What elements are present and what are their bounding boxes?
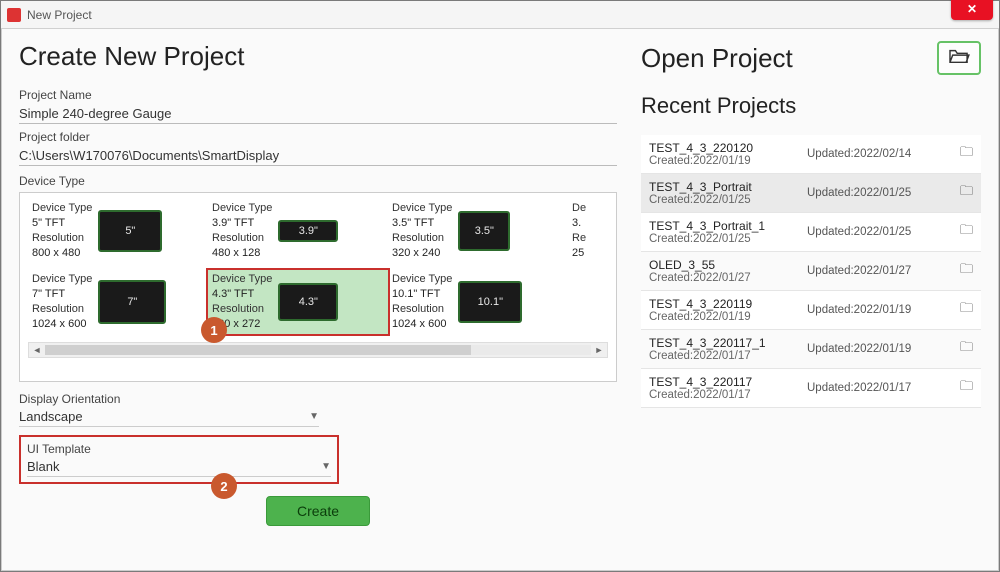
device-thumb: 5" — [98, 210, 162, 252]
recent-name: TEST_4_3_220119 — [649, 297, 807, 311]
chevron-down-icon: ▼ — [309, 411, 319, 422]
recent-project-item[interactable]: TEST_4_3_Portrait_1Created:2022/01/25Upd… — [641, 213, 981, 252]
ui-template-label: UI Template — [27, 442, 331, 456]
recent-created: Created:2022/01/19 — [649, 155, 807, 167]
ui-template-select[interactable]: Blank ▼ — [27, 456, 331, 477]
recent-name: TEST_4_3_Portrait — [649, 180, 807, 194]
project-name-input[interactable] — [19, 102, 617, 124]
recent-name: TEST_4_3_220117 — [649, 375, 807, 389]
titlebar: New Project — [1, 1, 999, 29]
folder-icon: 🗀 — [947, 143, 973, 165]
recent-created: Created:2022/01/25 — [649, 194, 807, 206]
recent-project-item[interactable]: TEST_4_3_220119Created:2022/01/19Updated… — [641, 291, 981, 330]
folder-icon: 🗀 — [947, 299, 973, 321]
recent-created: Created:2022/01/27 — [649, 272, 807, 284]
device-option-3-9in[interactable]: Device Type 3.9" TFT Resolution 480 x 12… — [208, 199, 388, 262]
recent-name: OLED_3_55 — [649, 258, 807, 272]
window-title: New Project — [27, 8, 92, 22]
device-option-10-1in[interactable]: Device Type 10.1" TFT Resolution 1024 x … — [388, 270, 568, 333]
project-name-label: Project Name — [19, 88, 617, 102]
device-thumb: 4.3" — [278, 283, 338, 321]
recent-projects-heading: Recent Projects — [641, 93, 981, 119]
open-project-heading: Open Project — [641, 43, 793, 74]
open-project-button[interactable] — [937, 41, 981, 75]
orientation-label: Display Orientation — [19, 392, 617, 406]
page-title: Create New Project — [19, 41, 617, 72]
recent-project-item[interactable]: TEST_4_3_220120Created:2022/01/19Updated… — [641, 135, 981, 174]
recent-projects-list: TEST_4_3_220120Created:2022/01/19Updated… — [641, 135, 981, 408]
device-type-panel: Device Type 5" TFT Resolution 800 x 480 … — [19, 192, 617, 382]
recent-created: Created:2022/01/17 — [649, 389, 807, 401]
device-thumb: 7" — [98, 280, 166, 324]
device-option-4-3in[interactable]: Device Type 4.3" TFT Resolution 480 x 27… — [208, 270, 388, 333]
device-scrollbar[interactable]: ◄ ► — [28, 342, 608, 358]
project-folder-input[interactable] — [19, 144, 617, 166]
device-option-partial[interactable]: De 3. Re 25 — [568, 199, 608, 262]
recent-updated: Updated:2022/01/25 — [807, 187, 947, 199]
ui-template-highlight: UI Template Blank ▼ — [19, 435, 339, 484]
device-row: Device Type 7" TFT Resolution 1024 x 600… — [28, 270, 608, 333]
recent-updated: Updated:2022/01/19 — [807, 343, 947, 355]
recent-created: Created:2022/01/17 — [649, 350, 807, 362]
folder-icon: 🗀 — [947, 221, 973, 243]
folder-icon: 🗀 — [947, 182, 973, 204]
recent-name: TEST_4_3_220117_1 — [649, 336, 807, 350]
orientation-select[interactable]: Landscape ▼ — [19, 406, 319, 427]
project-folder-label: Project folder — [19, 130, 617, 144]
recent-project-item[interactable]: TEST_4_3_220117Created:2022/01/17Updated… — [641, 369, 981, 408]
recent-created: Created:2022/01/25 — [649, 233, 807, 245]
scroll-right-icon[interactable]: ► — [591, 343, 607, 357]
device-option-5in[interactable]: Device Type 5" TFT Resolution 800 x 480 … — [28, 199, 208, 262]
recent-updated: Updated:2022/01/25 — [807, 226, 947, 238]
device-thumb: 3.9" — [278, 220, 338, 242]
device-type-section-label: Device Type — [19, 174, 617, 188]
scroll-left-icon[interactable]: ◄ — [29, 343, 45, 357]
recent-project-item[interactable]: TEST_4_3_PortraitCreated:2022/01/25Updat… — [641, 174, 981, 213]
device-option-3-5in[interactable]: Device Type 3.5" TFT Resolution 320 x 24… — [388, 199, 568, 262]
app-icon — [7, 8, 21, 22]
device-option-7in[interactable]: Device Type 7" TFT Resolution 1024 x 600… — [28, 270, 208, 333]
recent-updated: Updated:2022/02/14 — [807, 148, 947, 160]
recent-name: TEST_4_3_220120 — [649, 141, 807, 155]
folder-icon: 🗀 — [947, 377, 973, 399]
recent-created: Created:2022/01/19 — [649, 311, 807, 323]
folder-open-icon — [948, 47, 970, 70]
close-icon: ✕ — [967, 2, 977, 16]
recent-project-item[interactable]: TEST_4_3_220117_1Created:2022/01/17Updat… — [641, 330, 981, 369]
device-row: Device Type 5" TFT Resolution 800 x 480 … — [28, 199, 608, 262]
device-thumb: 3.5" — [458, 211, 510, 251]
recent-updated: Updated:2022/01/19 — [807, 304, 947, 316]
close-button[interactable]: ✕ — [951, 0, 993, 20]
recent-name: TEST_4_3_Portrait_1 — [649, 219, 807, 233]
folder-icon: 🗀 — [947, 338, 973, 360]
chevron-down-icon: ▼ — [321, 461, 331, 472]
annotation-badge-1: 1 — [201, 317, 227, 343]
recent-project-item[interactable]: OLED_3_55Created:2022/01/27Updated:2022/… — [641, 252, 981, 291]
dialog-window: New Project ✕ Create New Project Project… — [0, 0, 1000, 572]
folder-icon: 🗀 — [947, 260, 973, 282]
annotation-badge-2: 2 — [211, 473, 237, 499]
device-thumb: 10.1" — [458, 281, 522, 323]
create-button[interactable]: Create — [266, 496, 370, 526]
recent-updated: Updated:2022/01/17 — [807, 382, 947, 394]
recent-updated: Updated:2022/01/27 — [807, 265, 947, 277]
